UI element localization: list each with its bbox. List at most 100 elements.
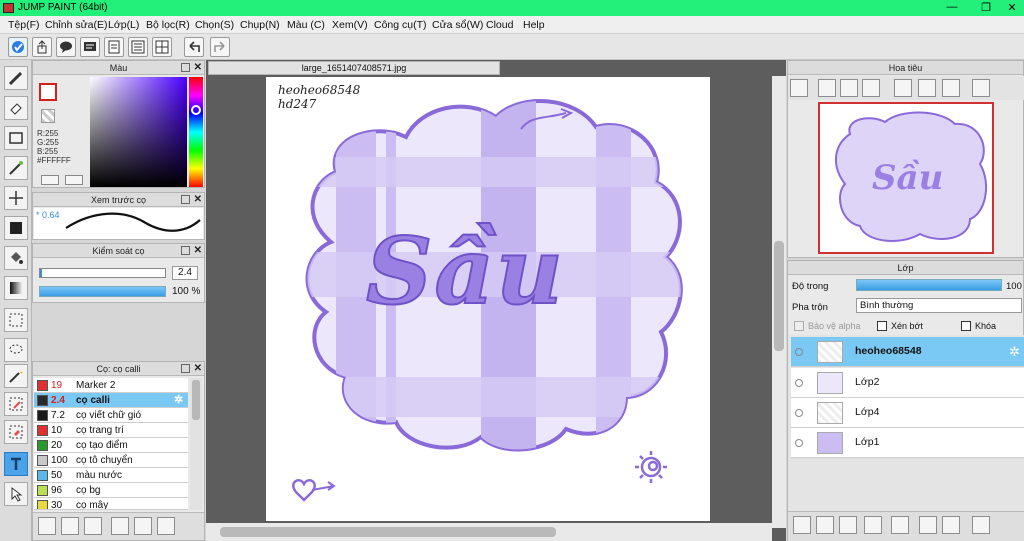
document-tab[interactable]: large_1651407408571.jpg: [208, 61, 500, 75]
brush-item[interactable]: 50 màu nước: [34, 468, 188, 483]
sv-picker[interactable]: [90, 77, 187, 187]
message-icon[interactable]: [80, 37, 100, 57]
zoom-in-2-icon[interactable]: [818, 79, 836, 97]
layer-opacity-slider[interactable]: [856, 279, 1002, 291]
pen-tool-icon[interactable]: [4, 156, 28, 180]
rotate-reset-icon[interactable]: [918, 79, 936, 97]
brush-item[interactable]: 30 cọ mây: [34, 498, 188, 510]
lock-checkbox[interactable]: [961, 321, 971, 331]
brush-size-slider[interactable]: [39, 268, 166, 278]
magic-wand-tool-icon[interactable]: [4, 364, 28, 388]
navigator-preview[interactable]: Sầu: [818, 102, 994, 254]
primary-color-swatch[interactable]: [39, 83, 57, 101]
visibility-icon[interactable]: [795, 409, 803, 417]
share-icon[interactable]: [32, 37, 52, 57]
brush-item[interactable]: 100 cọ tô chuyển: [34, 453, 188, 468]
brush-download-icon[interactable]: [38, 517, 56, 535]
grid-icon[interactable]: [152, 37, 172, 57]
select-rect-tool-icon[interactable]: [4, 308, 28, 332]
rotate-right-icon[interactable]: [942, 79, 960, 97]
brush-item[interactable]: 19 Marker 2: [34, 378, 188, 393]
menu-view[interactable]: Xem(V): [332, 19, 368, 31]
minimize-button[interactable]: —: [940, 1, 964, 13]
brush-item[interactable]: 96 cọ bg: [34, 483, 188, 498]
zoom-in-icon[interactable]: [790, 79, 808, 97]
menu-color[interactable]: Màu (C): [287, 19, 325, 31]
protect-alpha-checkbox[interactable]: [794, 321, 804, 331]
document-icon[interactable]: [104, 37, 124, 57]
vertical-scrollbar[interactable]: [772, 76, 786, 528]
rotate-left-icon[interactable]: [894, 79, 912, 97]
menu-cloud[interactable]: Cloud: [486, 19, 513, 31]
brush-menu-icon[interactable]: [84, 517, 102, 535]
brush-list-scrollbar[interactable]: [190, 378, 202, 510]
fill-rect-tool-icon[interactable]: [4, 216, 28, 240]
hue-slider[interactable]: [189, 77, 203, 187]
menu-capture[interactable]: Chụp(N): [240, 19, 280, 31]
layer-settings-gear-icon[interactable]: ✲: [1009, 344, 1020, 360]
clip-checkbox[interactable]: [877, 321, 887, 331]
zoom-out-icon[interactable]: [862, 79, 880, 97]
menu-filter[interactable]: Bộ lọc(R): [146, 19, 190, 31]
menu-edit[interactable]: Chỉnh sửa(E): [45, 19, 107, 31]
close-button[interactable]: ✕: [1000, 1, 1024, 14]
layer-row-selected[interactable]: heoheo68548 ✲: [791, 337, 1024, 367]
brush-opacity-slider[interactable]: [39, 286, 166, 297]
layer-row[interactable]: Lớp1: [791, 428, 1024, 458]
eraser-tool-icon[interactable]: [4, 96, 28, 120]
color-mode-button-2[interactable]: [65, 175, 83, 185]
text-tool-icon[interactable]: [4, 452, 28, 476]
brush-copy-icon[interactable]: [157, 517, 175, 535]
menu-layer[interactable]: Lớp(L): [108, 19, 139, 31]
select-pen-tool-icon[interactable]: [4, 392, 28, 416]
select-eraser-tool-icon[interactable]: [4, 420, 28, 444]
brush-item-selected[interactable]: 2.4 cọ calli ✲: [34, 393, 188, 408]
undo-icon[interactable]: [184, 37, 204, 57]
layer-folder-icon[interactable]: [891, 516, 909, 534]
visibility-icon[interactable]: [795, 379, 803, 387]
delete-layer-icon[interactable]: [972, 516, 990, 534]
menu-select[interactable]: Chọn(S): [195, 19, 234, 31]
list-icon[interactable]: [128, 37, 148, 57]
layer-merge-icon[interactable]: [942, 516, 960, 534]
blend-mode-select[interactable]: Bình thường: [856, 298, 1022, 313]
menu-tools[interactable]: Công cụ(T): [374, 19, 427, 31]
layer-menu-icon[interactable]: [864, 516, 882, 534]
brush-size-input[interactable]: 2.4: [172, 266, 198, 280]
operation-tool-icon[interactable]: [4, 482, 28, 506]
new-layer-icon[interactable]: [793, 516, 811, 534]
document-canvas[interactable]: heoheo68548 hd247 Sầu: [266, 77, 710, 521]
new-brush-icon[interactable]: [61, 517, 79, 535]
new-layer-3-icon[interactable]: [839, 516, 857, 534]
move-tool-icon[interactable]: [4, 186, 28, 210]
visibility-icon[interactable]: [795, 439, 803, 447]
brush-item[interactable]: 20 cọ tạo điểm: [34, 438, 188, 453]
menu-window[interactable]: Cửa sổ(W): [432, 19, 483, 31]
new-layer-2-icon[interactable]: [816, 516, 834, 534]
layer-row[interactable]: Lớp4: [791, 398, 1024, 428]
comment-icon[interactable]: [56, 37, 76, 57]
redo-icon[interactable]: [210, 37, 230, 57]
brush-tool-icon[interactable]: [4, 66, 28, 90]
brush-item[interactable]: 7.2 cọ viết chữ gió: [34, 408, 188, 423]
menu-file[interactable]: Tệp(F): [8, 19, 40, 31]
hue-handle[interactable]: [191, 105, 201, 115]
visibility-icon[interactable]: [795, 348, 803, 356]
bucket-tool-icon[interactable]: [4, 246, 28, 270]
gradient-tool-icon[interactable]: [4, 276, 28, 300]
layer-row[interactable]: Lớp2: [791, 368, 1024, 398]
fit-window-icon[interactable]: [840, 79, 858, 97]
layer-copy-icon[interactable]: [919, 516, 937, 534]
brush-item[interactable]: 10 cọ trang trí: [34, 423, 188, 438]
jump-icon[interactable]: [8, 37, 28, 57]
rectangle-tool-icon[interactable]: [4, 126, 28, 150]
horizontal-scrollbar[interactable]: [206, 523, 772, 541]
lasso-tool-icon[interactable]: [4, 338, 28, 362]
maximize-button[interactable]: ❐: [974, 1, 998, 14]
flip-icon[interactable]: [972, 79, 990, 97]
brush-doc-icon[interactable]: [111, 517, 129, 535]
gear-icon[interactable]: ✲: [174, 393, 183, 408]
transparent-swatch[interactable]: [41, 109, 55, 123]
color-mode-button-1[interactable]: [41, 175, 59, 185]
brush-folder-icon[interactable]: [134, 517, 152, 535]
